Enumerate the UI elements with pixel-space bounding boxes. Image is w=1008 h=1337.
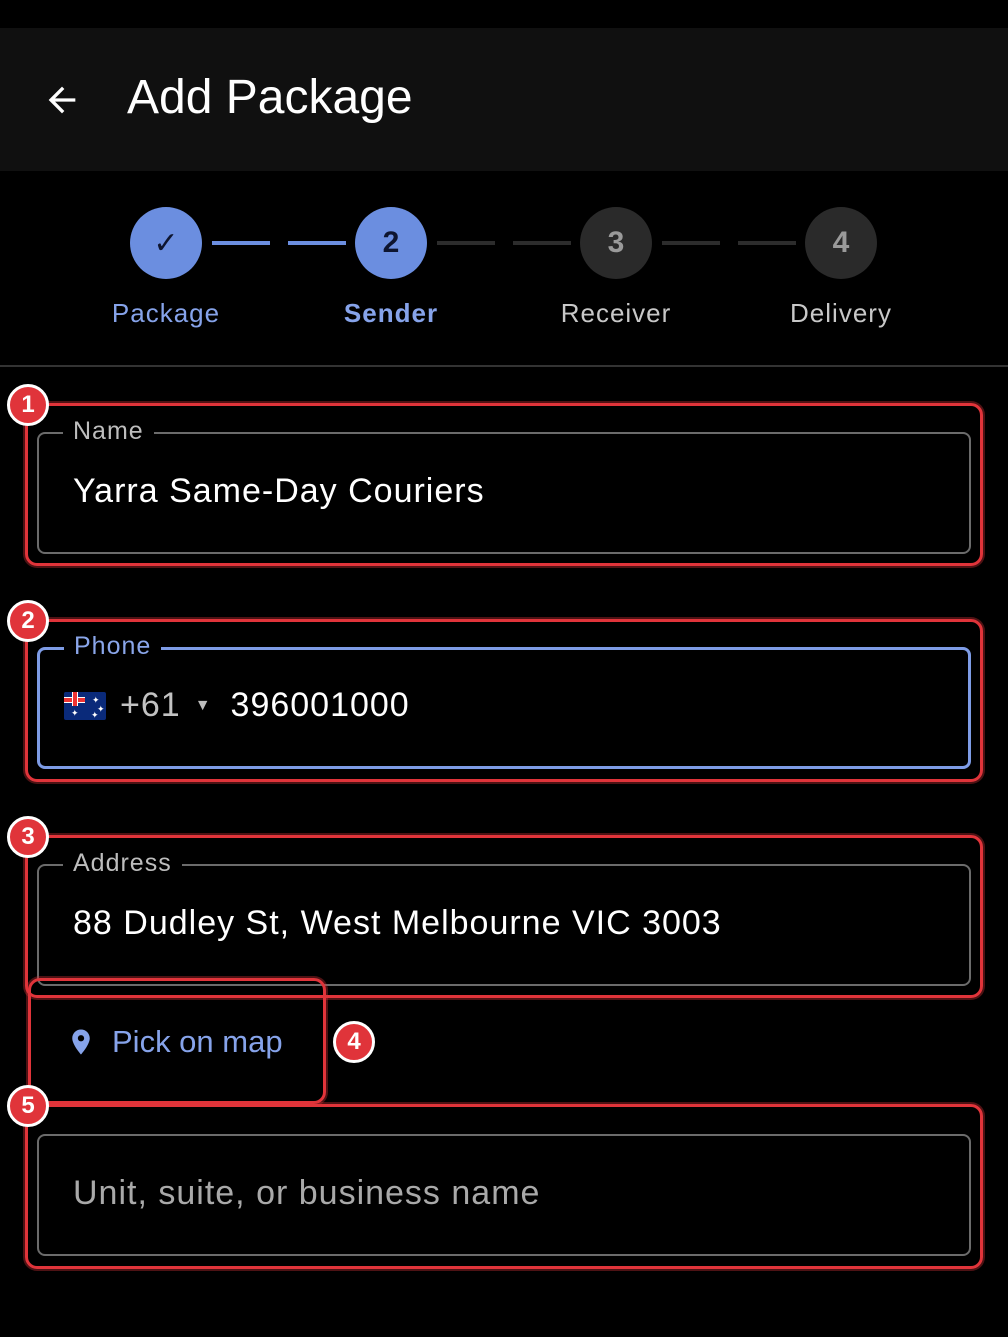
chevron-down-icon[interactable]: ▼ [195, 697, 211, 715]
annotation-badge: 4 [333, 1021, 375, 1063]
unit-field-placeholder[interactable]: Unit, suite, or business name [73, 1174, 540, 1213]
name-field[interactable]: Name Yarra Same-Day Couriers [37, 417, 971, 554]
address-field-value[interactable]: 88 Dudley St, West Melbourne VIC 3003 [73, 904, 722, 943]
step-receiver[interactable]: 3 Receiver [516, 207, 716, 329]
address-field[interactable]: Address 88 Dudley St, West Melbourne VIC… [37, 849, 971, 986]
phone-number-input[interactable]: 396001000 [231, 686, 410, 725]
annotation-badge: 3 [7, 816, 49, 858]
app-bar: Add Package [0, 28, 1008, 171]
country-dial-code[interactable]: +61 [120, 686, 181, 725]
page-title: Add Package [127, 71, 413, 124]
step-package[interactable]: ✓ Package [66, 207, 266, 329]
annotation-badge: 2 [7, 600, 49, 642]
step-package-label: Package [111, 298, 221, 328]
status-bar-area [0, 0, 1008, 28]
map-pin-icon [72, 1029, 90, 1055]
phone-field[interactable]: Phone ✦ ✦ ✦ ✦ +61 ▼ 396001000 [37, 632, 971, 769]
divider [0, 365, 1008, 367]
step-sender[interactable]: 2 Sender [291, 207, 491, 329]
step-connector [212, 241, 270, 245]
unit-field[interactable]: Unit, suite, or business name [37, 1134, 971, 1256]
name-field-label: Name [63, 417, 154, 446]
step-receiver-indicator: 3 [580, 207, 652, 279]
arrow-left-icon [48, 86, 76, 114]
step-package-indicator: ✓ [130, 207, 202, 279]
name-field-value[interactable]: Yarra Same-Day Couriers [73, 472, 485, 511]
phone-input-row: ✦ ✦ ✦ ✦ +61 ▼ 396001000 [64, 686, 410, 725]
step-delivery[interactable]: 4 Delivery [741, 207, 941, 329]
pick-on-map-label: Pick on map [112, 1024, 283, 1059]
phone-field-label: Phone [64, 632, 162, 661]
annotation-badge: 5 [7, 1085, 49, 1127]
back-button[interactable] [30, 72, 94, 128]
step-delivery-indicator: 4 [805, 207, 877, 279]
australia-flag-icon[interactable]: ✦ ✦ ✦ ✦ [64, 691, 106, 720]
step-connector [662, 241, 720, 245]
step-sender-indicator: 2 [355, 207, 427, 279]
step-receiver-label: Receiver [560, 298, 672, 328]
step-connector [437, 241, 495, 245]
address-field-label: Address [63, 849, 182, 878]
stepper: ✓ Package 2 Sender 3 Receiver 4 Delivery [0, 171, 1008, 365]
annotation-badge: 1 [7, 384, 49, 426]
step-sender-label: Sender [343, 298, 439, 328]
pick-on-map-button[interactable]: Pick on map [40, 1004, 303, 1080]
step-delivery-label: Delivery [790, 298, 892, 328]
